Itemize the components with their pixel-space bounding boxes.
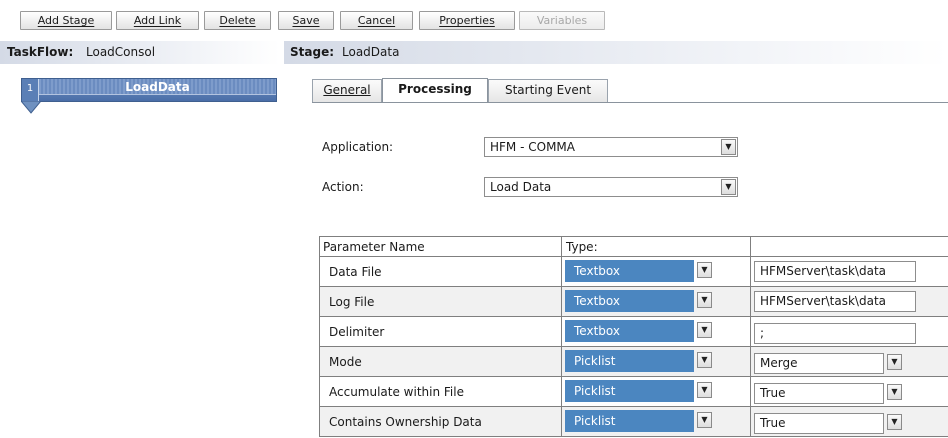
parameter-value-select[interactable]: True [754,383,884,404]
parameter-value-select[interactable]: Merge [754,353,884,374]
tab-general-label: General [323,83,371,97]
grid-line [750,236,751,437]
chevron-down-icon[interactable]: ▼ [721,139,736,155]
taskflow-label: TaskFlow: [7,45,74,59]
grid-line [319,346,948,347]
grid-line [319,256,948,257]
grid-line [319,286,948,287]
chevron-down-icon[interactable]: ▼ [697,382,712,398]
add-link-button[interactable]: Add Link [116,11,199,30]
variables-button[interactable]: Variables [519,11,605,30]
stage-node-arrow-icon [21,101,41,114]
action-value: Load Data [490,180,552,194]
column-header-parameter-name: Parameter Name [323,240,425,254]
stage-name: LoadData [342,45,400,59]
grid-line [319,376,948,377]
chevron-down-icon[interactable]: ▼ [697,412,712,428]
tab-general[interactable]: General [312,79,382,102]
tab-processing-label: Processing [398,82,472,96]
chevron-down-icon[interactable]: ▼ [887,384,902,400]
parameter-name: Delimiter [329,325,385,339]
parameter-name: Log File [329,295,375,309]
type-select[interactable]: Textbox [565,260,694,282]
parameter-value-select[interactable]: True [754,413,884,434]
tab-divider [312,102,948,103]
chevron-down-icon[interactable]: ▼ [721,179,736,195]
chevron-down-icon[interactable]: ▼ [697,262,712,278]
grid-line [319,436,948,437]
parameter-name: Mode [329,355,362,369]
tab-starting-event[interactable]: Starting Event [488,79,608,102]
grid-line [319,406,948,407]
stage-label: Stage: [290,45,335,59]
delete-button[interactable]: Delete [204,11,271,30]
type-select[interactable]: Picklist [565,410,694,432]
application-value: HFM - COMMA [490,140,575,154]
chevron-down-icon[interactable]: ▼ [697,322,712,338]
parameter-value-input[interactable]: HFMServer\task\data [754,291,916,312]
parameter-name: Data File [329,265,382,279]
grid-line [319,236,948,237]
application-select[interactable]: HFM - COMMA [484,137,738,157]
save-button[interactable]: Save [278,11,334,30]
grid-line [561,236,562,437]
cancel-button[interactable]: Cancel [340,11,413,30]
tab-processing[interactable]: Processing [382,78,488,103]
chevron-down-icon[interactable]: ▼ [697,352,712,368]
stage-number: 1 [22,79,39,101]
chevron-down-icon[interactable]: ▼ [887,354,902,370]
taskflow-name: LoadConsol [86,45,156,59]
parameter-name: Accumulate within File [329,385,464,399]
parameter-value-input[interactable]: HFMServer\task\data [754,261,916,282]
stage-node-label: LoadData [39,79,276,95]
parameter-value-input[interactable]: ; [754,323,916,344]
type-select[interactable]: Textbox [565,320,694,342]
tab-starting-event-label: Starting Event [504,83,592,97]
column-header-type: Type: [566,240,598,254]
action-label: Action: [322,180,364,194]
application-label: Application: [322,140,394,154]
chevron-down-icon[interactable]: ▼ [887,414,902,430]
properties-button[interactable]: Properties [419,11,515,30]
parameter-name: Contains Ownership Data [329,415,482,429]
type-select[interactable]: Textbox [565,290,694,312]
action-select[interactable]: Load Data [484,177,738,197]
grid-line [319,236,320,437]
add-stage-button[interactable]: Add Stage [20,11,112,30]
grid-line [319,316,948,317]
chevron-down-icon[interactable]: ▼ [697,292,712,308]
type-select[interactable]: Picklist [565,350,694,372]
type-select[interactable]: Picklist [565,380,694,402]
stage-node[interactable]: 1 LoadData [21,78,277,102]
